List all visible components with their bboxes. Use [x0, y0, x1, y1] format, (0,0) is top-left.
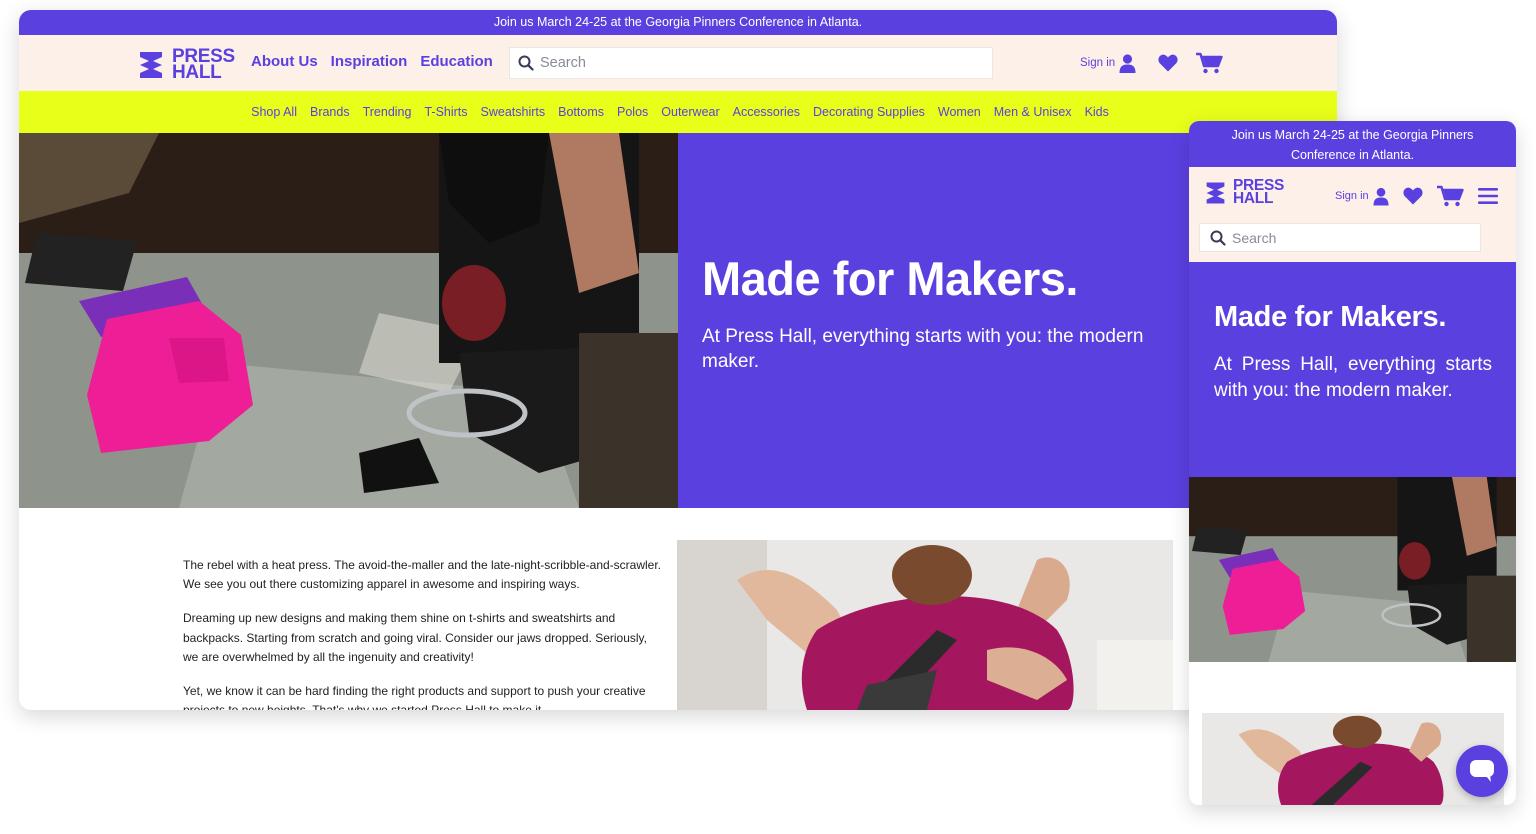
- sign-in-label: Sign in: [1080, 57, 1116, 69]
- mobile-sign-in-button[interactable]: Sign in: [1335, 187, 1389, 206]
- chat-icon: [1470, 760, 1494, 782]
- category-brands[interactable]: Brands: [310, 105, 350, 119]
- mobile-header-actions: Sign in: [1335, 185, 1498, 207]
- logo-text: PRESS HALL: [172, 46, 235, 83]
- hero-section: Made for Makers. At Press Hall, everythi…: [19, 133, 1337, 508]
- intro-paragraph-2: Dreaming up new designs and making them …: [183, 611, 647, 664]
- cart-icon[interactable]: [1436, 185, 1464, 207]
- category-polos[interactable]: Polos: [617, 105, 648, 119]
- heart-icon[interactable]: [1403, 187, 1423, 205]
- intro-section: The rebel with a heat press. The avoid-t…: [19, 508, 1337, 710]
- mobile-search-placeholder: Search: [1232, 229, 1277, 246]
- mobile-logo[interactable]: PRESS HALL: [1205, 177, 1285, 207]
- hero-subtitle: At Press Hall, everything starts with yo…: [702, 326, 1144, 372]
- top-nav: About Us Inspiration Education: [251, 53, 493, 70]
- chat-button[interactable]: [1456, 745, 1508, 797]
- category-men-unisex[interactable]: Men & Unisex: [994, 105, 1072, 119]
- desktop-window: Join us March 24-25 at the Georgia Pinne…: [19, 10, 1337, 710]
- logo-mark-icon: [140, 51, 162, 78]
- category-kids[interactable]: Kids: [1085, 105, 1109, 119]
- nav-inspiration[interactable]: Inspiration: [331, 53, 408, 70]
- category-outerwear[interactable]: Outerwear: [661, 105, 719, 119]
- cart-icon[interactable]: [1196, 52, 1223, 74]
- intro-paragraph-1: The rebel with a heat press. The avoid-t…: [183, 558, 662, 592]
- logo[interactable]: PRESS HALL: [138, 46, 235, 83]
- sign-in-button[interactable]: Sign in: [1080, 53, 1136, 73]
- maker-photo: [677, 540, 1173, 710]
- mobile-hero-text-panel: Made for Makers. At Press Hall, everythi…: [1189, 262, 1516, 477]
- header-actions: Sign in: [1080, 52, 1223, 74]
- intro-text: The rebel with a heat press. The avoid-t…: [183, 556, 665, 710]
- announcement-bar[interactable]: Join us March 24-25 at the Georgia Pinne…: [19, 10, 1337, 35]
- search-placeholder: Search: [540, 55, 586, 71]
- user-icon: [1373, 187, 1389, 205]
- search-icon: [1210, 230, 1226, 246]
- nav-about-us[interactable]: About Us: [251, 53, 318, 70]
- intro-paragraph-3: Yet, we know it can be hard finding the …: [183, 684, 646, 710]
- mobile-hero-title: Made for Makers.: [1214, 301, 1447, 333]
- category-sweatshirts[interactable]: Sweatshirts: [481, 105, 546, 119]
- category-shop-all[interactable]: Shop All: [251, 105, 297, 119]
- search-icon: [518, 55, 534, 71]
- mobile-sign-in-label: Sign in: [1335, 190, 1369, 202]
- category-trending[interactable]: Trending: [363, 105, 412, 119]
- mobile-search-input[interactable]: Search: [1199, 223, 1481, 252]
- mobile-announcement-bar[interactable]: Join us March 24-25 at the Georgia Pinne…: [1189, 121, 1516, 167]
- heart-icon[interactable]: [1158, 54, 1178, 72]
- mobile-hero-subtitle: At Press Hall, everything starts with yo…: [1214, 353, 1492, 401]
- search-input[interactable]: Search: [509, 47, 993, 79]
- hero-image: [19, 133, 678, 508]
- mobile-hero-image: [1189, 477, 1516, 662]
- mobile-window: Join us March 24-25 at the Georgia Pinne…: [1189, 121, 1516, 805]
- site-header: PRESS HALL About Us Inspiration Education…: [19, 35, 1337, 91]
- user-icon: [1119, 53, 1136, 73]
- category-nav: Shop All Brands Trending T-Shirts Sweats…: [19, 91, 1337, 133]
- category-t-shirts[interactable]: T-Shirts: [424, 105, 467, 119]
- category-women[interactable]: Women: [938, 105, 981, 119]
- category-accessories[interactable]: Accessories: [733, 105, 800, 119]
- hamburger-menu-icon[interactable]: [1477, 187, 1498, 205]
- category-decorating-supplies[interactable]: Decorating Supplies: [813, 105, 925, 119]
- nav-education[interactable]: Education: [420, 53, 493, 70]
- category-bottoms[interactable]: Bottoms: [558, 105, 604, 119]
- mobile-header: PRESS HALL Sign in Search: [1189, 167, 1516, 262]
- mobile-logo-text: PRESS HALL: [1233, 177, 1285, 207]
- logo-mark-icon: [1206, 182, 1225, 204]
